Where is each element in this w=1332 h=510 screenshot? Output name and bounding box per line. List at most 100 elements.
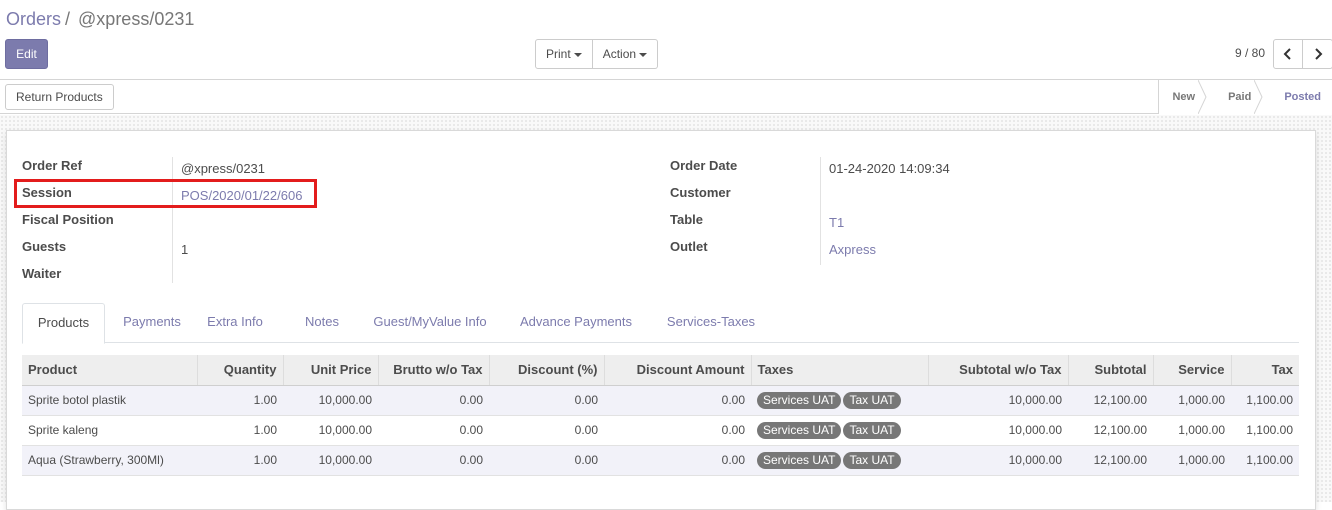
table-row[interactable]: Sprite botol plastik 1.00 10,000.00 0.00…	[22, 385, 1299, 416]
tax-cell: 1,100.00	[1231, 415, 1299, 446]
column-header-tax[interactable]: Tax	[1231, 355, 1299, 386]
action-label: Action	[602, 47, 637, 61]
outlet-link[interactable]: Axpress	[829, 242, 876, 257]
brutto-cell: 0.00	[378, 415, 489, 446]
brutto-cell: 0.00	[378, 445, 489, 476]
unit-price-cell: 10,000.00	[283, 445, 378, 476]
stage-new[interactable]: New	[1158, 80, 1207, 114]
sidebar-actions: Print Action	[535, 39, 659, 69]
tax-cell: 1,100.00	[1231, 385, 1299, 416]
service-cell: 1,000.00	[1153, 385, 1231, 416]
pager-next-button[interactable]	[1303, 39, 1332, 69]
print-label: Print	[546, 47, 571, 61]
pager-buttons	[1273, 39, 1332, 69]
chevron-right-icon	[1314, 48, 1322, 60]
tax-cell: 1,100.00	[1231, 445, 1299, 476]
column-header-subtotal[interactable]: Subtotal	[1068, 355, 1154, 386]
discount-pct-cell: 0.00	[489, 415, 604, 446]
stage-posted[interactable]: Posted	[1262, 80, 1332, 114]
column-header-discount-pct[interactable]: Discount (%)	[489, 355, 605, 386]
status-bar: Return Products New Paid Posted	[0, 80, 1332, 114]
table-row[interactable]: Sprite kaleng 1.00 10,000.00 0.00 0.00 0…	[22, 415, 1299, 446]
tab-services-taxes[interactable]: Services-Taxes	[661, 303, 761, 343]
control-panel: Orders / @xpress/0231 Edit Print Action 9 …	[0, 0, 1332, 80]
order-lines-table: Product Quantity Unit Price Brutto w/o T…	[22, 355, 1299, 476]
table-link[interactable]: T1	[829, 215, 844, 230]
guests-value: 1	[181, 242, 189, 257]
breadcrumb-orders-link[interactable]: Orders	[6, 9, 61, 29]
brutto-cell: 0.00	[378, 385, 489, 416]
subtotal-wo-tax-cell: 10,000.00	[928, 385, 1068, 416]
session-highlight-box	[14, 179, 317, 208]
notebook-tabs: Products Payments Extra Info Notes Guest…	[22, 303, 1299, 344]
return-products-button[interactable]: Return Products	[5, 84, 114, 110]
tab-payments[interactable]: Payments	[112, 303, 192, 343]
tax-tag: Tax UAT	[843, 421, 901, 439]
tab-products[interactable]: Products	[22, 303, 105, 344]
field-separator	[172, 157, 173, 283]
table-row[interactable]: Aqua (Strawberry, 300Ml) 1.00 10,000.00 …	[22, 445, 1299, 476]
tab-advance-payments[interactable]: Advance Payments	[515, 303, 637, 343]
table-label: Table	[670, 212, 703, 227]
tax-tag: Services UAT	[757, 421, 842, 439]
outlet-label: Outlet	[670, 239, 708, 254]
stage-paid[interactable]: Paid	[1206, 80, 1263, 114]
column-header-discount-amount[interactable]: Discount Amount	[604, 355, 752, 386]
quantity-cell: 1.00	[197, 445, 283, 476]
taxes-cell: Services UAT Tax UAT	[751, 385, 928, 416]
discount-pct-cell: 0.00	[489, 445, 604, 476]
order-ref-value: @xpress/0231	[181, 161, 266, 176]
column-header-quantity[interactable]: Quantity	[197, 355, 284, 386]
subtotal-cell: 12,100.00	[1068, 385, 1153, 416]
edit-button[interactable]: Edit	[5, 39, 48, 69]
breadcrumb: Orders / @xpress/0231	[6, 9, 194, 30]
stage-arrow-icon	[1198, 80, 1207, 114]
pager-value[interactable]: 9 / 80	[1235, 46, 1265, 60]
column-header-subtotal-wo-tax[interactable]: Subtotal w/o Tax	[928, 355, 1069, 386]
column-header-taxes[interactable]: Taxes	[751, 355, 929, 386]
column-header-unit-price[interactable]: Unit Price	[283, 355, 379, 386]
stage-posted-label: Posted	[1284, 91, 1321, 103]
print-dropdown-button[interactable]: Print	[535, 39, 593, 69]
fiscal-position-label: Fiscal Position	[22, 212, 114, 227]
tax-tag: Services UAT	[757, 451, 842, 469]
action-dropdown-button[interactable]: Action	[592, 39, 659, 69]
chevron-left-icon	[1283, 48, 1291, 60]
taxes-cell: Services UAT Tax UAT	[751, 415, 928, 446]
stage-arrow-icon	[1254, 80, 1263, 114]
tab-notes[interactable]: Notes	[296, 303, 348, 343]
discount-amount-cell: 0.00	[604, 415, 751, 446]
column-header-brutto[interactable]: Brutto w/o Tax	[378, 355, 490, 386]
discount-amount-cell: 0.00	[604, 385, 751, 416]
discount-amount-cell: 0.00	[604, 445, 751, 476]
tax-tag: Services UAT	[757, 391, 842, 409]
caret-down-icon	[573, 52, 582, 57]
status-stages: New Paid Posted	[1158, 80, 1332, 114]
product-cell: Sprite botol plastik	[22, 385, 197, 416]
subtotal-wo-tax-cell: 10,000.00	[928, 445, 1068, 476]
field-separator	[820, 157, 821, 265]
order-ref-label: Order Ref	[22, 158, 82, 173]
discount-pct-cell: 0.00	[489, 385, 604, 416]
tab-guest-myvalue-info[interactable]: Guest/MyValue Info	[368, 303, 492, 343]
product-cell: Aqua (Strawberry, 300Ml)	[22, 445, 197, 476]
taxes-cell: Services UAT Tax UAT	[751, 445, 928, 476]
subtotal-cell: 12,100.00	[1068, 415, 1153, 446]
tab-extra-info[interactable]: Extra Info	[204, 303, 266, 343]
tax-tag: Tax UAT	[843, 451, 901, 469]
stage-paid-label: Paid	[1228, 91, 1252, 103]
order-date-label: Order Date	[670, 158, 738, 173]
waiter-label: Waiter	[22, 266, 62, 281]
column-header-product[interactable]: Product	[22, 355, 198, 386]
subtotal-cell: 12,100.00	[1068, 445, 1153, 476]
quantity-cell: 1.00	[197, 385, 283, 416]
unit-price-cell: 10,000.00	[283, 385, 378, 416]
column-header-service[interactable]: Service	[1153, 355, 1232, 386]
order-date-value: 01-24-2020 14:09:34	[829, 161, 950, 176]
pager-previous-button[interactable]	[1273, 39, 1303, 69]
quantity-cell: 1.00	[197, 415, 283, 446]
service-cell: 1,000.00	[1153, 415, 1231, 446]
guests-label: Guests	[22, 239, 67, 254]
service-cell: 1,000.00	[1153, 445, 1231, 476]
table-header-row: Product Quantity Unit Price Brutto w/o T…	[22, 355, 1299, 386]
